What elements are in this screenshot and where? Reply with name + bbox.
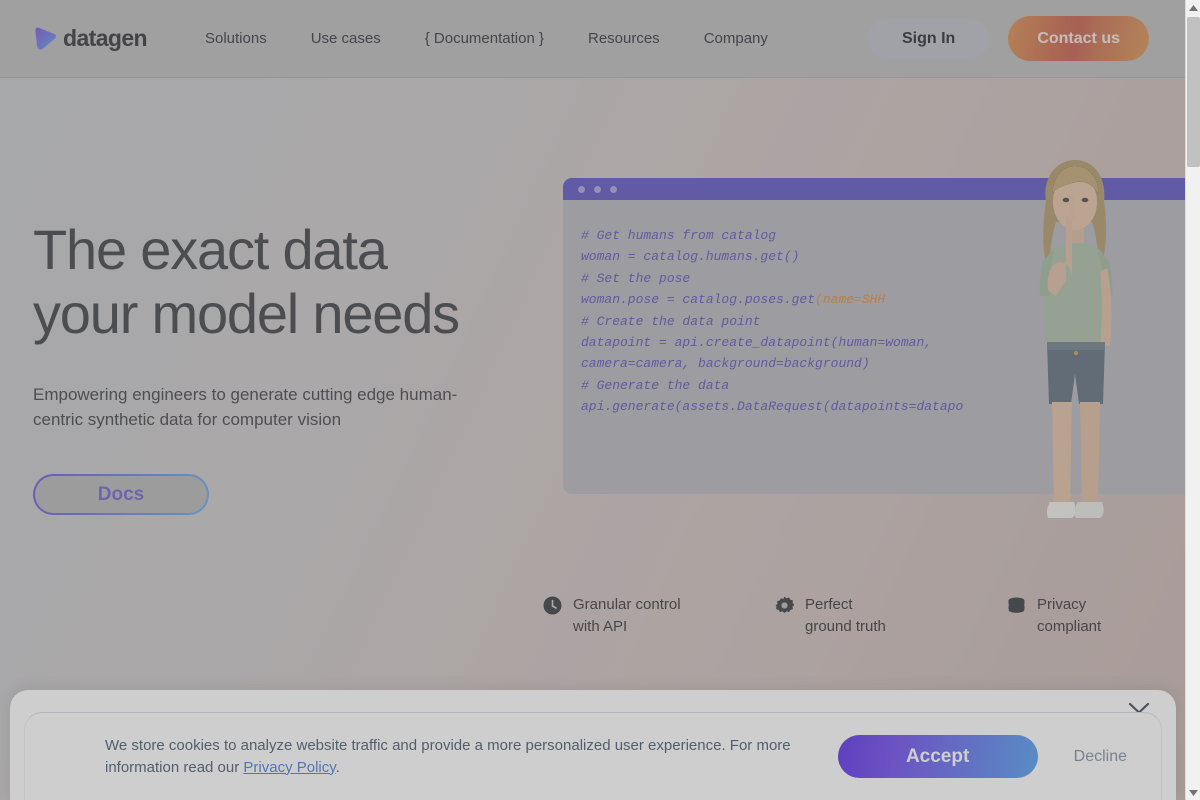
window-dot-close-icon: [578, 185, 585, 193]
feature-line-2: ground truth: [805, 618, 886, 635]
sign-in-button[interactable]: Sign In: [868, 18, 990, 59]
nav-link-solutions[interactable]: Solutions: [183, 30, 289, 47]
code-line-7: camera=camera, background=background): [581, 356, 870, 372]
cookie-banner-content: We store cookies to analyze website traf…: [24, 712, 1162, 800]
hero-subheading: Empowering engineers to generate cutting…: [33, 385, 458, 429]
privacy-policy-link[interactable]: Privacy Policy: [243, 759, 335, 776]
feature-line-1: Granular control: [573, 596, 681, 613]
feature-label: Granular control with API: [573, 594, 723, 638]
docs-button[interactable]: Docs: [33, 474, 209, 515]
nav-actions: Sign In Contact us: [868, 16, 1185, 61]
top-navigation-bar: datagen Solutions Use cases { Documentat…: [0, 0, 1185, 78]
code-line-9: api.generate(assets.DataRequest(datapoin…: [581, 399, 964, 415]
scrollbar-thumb[interactable]: [1187, 17, 1200, 167]
accept-cookies-button[interactable]: Accept: [837, 735, 1038, 778]
decline-cookies-button[interactable]: Decline: [1074, 748, 1127, 766]
clock-icon: [543, 596, 562, 620]
cookie-message-part2: .: [335, 758, 340, 776]
code-line-6: datapoint = api.create_datapoint(human=w…: [581, 335, 933, 351]
database-icon: [1007, 596, 1026, 620]
gear-icon: [775, 596, 795, 620]
hero-text-column: The exact data your model needs Empoweri…: [33, 218, 503, 515]
nav-links: Solutions Use cases { Documentation } Re…: [183, 30, 790, 47]
window-dot-minimize-icon: [594, 185, 601, 193]
feature-granular-control: Granular control with API: [543, 594, 775, 638]
code-line-5: # Create the data point: [581, 313, 761, 329]
cookie-consent-banner: We store cookies to analyze website traf…: [10, 690, 1176, 800]
code-line-3: # Set the pose: [581, 270, 691, 286]
window-dot-maximize-icon: [610, 185, 617, 193]
code-line-4: woman.pose = catalog.poses.get: [581, 292, 816, 308]
feature-ground-truth: Perfect ground truth: [775, 594, 1007, 638]
feature-privacy-compliant: Privacy compliant: [1007, 594, 1200, 638]
feature-label: Perfect ground truth: [805, 594, 955, 638]
code-line-1: # Get humans from catalog: [581, 228, 777, 243]
feature-line-1: Perfect: [805, 596, 853, 613]
datagen-shield-logo-icon: [33, 26, 58, 52]
page-title: The exact data your model needs: [33, 218, 460, 345]
feature-label: Privacy compliant: [1037, 594, 1187, 638]
scroll-down-arrow-icon[interactable]: [1186, 785, 1200, 800]
logo-wordmark: datagen: [63, 25, 148, 51]
nav-link-resources[interactable]: Resources: [566, 30, 682, 47]
page-canvas: datagen Solutions Use cases { Documentat…: [0, 0, 1185, 800]
nav-link-company[interactable]: Company: [682, 30, 790, 47]
code-line-2: woman = catalog.humans.get(): [581, 249, 800, 265]
site-logo[interactable]: datagen: [33, 25, 148, 52]
feature-line-2: with API: [573, 618, 628, 635]
nav-link-documentation[interactable]: { Documentation }: [403, 30, 566, 47]
scroll-up-arrow-icon[interactable]: [1186, 0, 1200, 15]
cookie-message: We store cookies to analyze website traf…: [105, 735, 820, 779]
vertical-scrollbar[interactable]: [1185, 0, 1200, 800]
cookie-message-part1: We store cookies to analyze website traf…: [105, 736, 791, 776]
code-line-4-arg: (name=SHH: [815, 292, 886, 308]
contact-us-button[interactable]: Contact us: [1008, 16, 1149, 61]
synthetic-human-render: [1039, 160, 1113, 518]
code-line-8: # Generate the data: [581, 377, 730, 393]
nav-link-use-cases[interactable]: Use cases: [289, 30, 403, 47]
feature-line-2: compliant: [1037, 618, 1102, 635]
feature-highlights: Granular control with API Perfect ground t…: [543, 594, 1200, 638]
feature-line-1: Privacy: [1037, 596, 1087, 613]
